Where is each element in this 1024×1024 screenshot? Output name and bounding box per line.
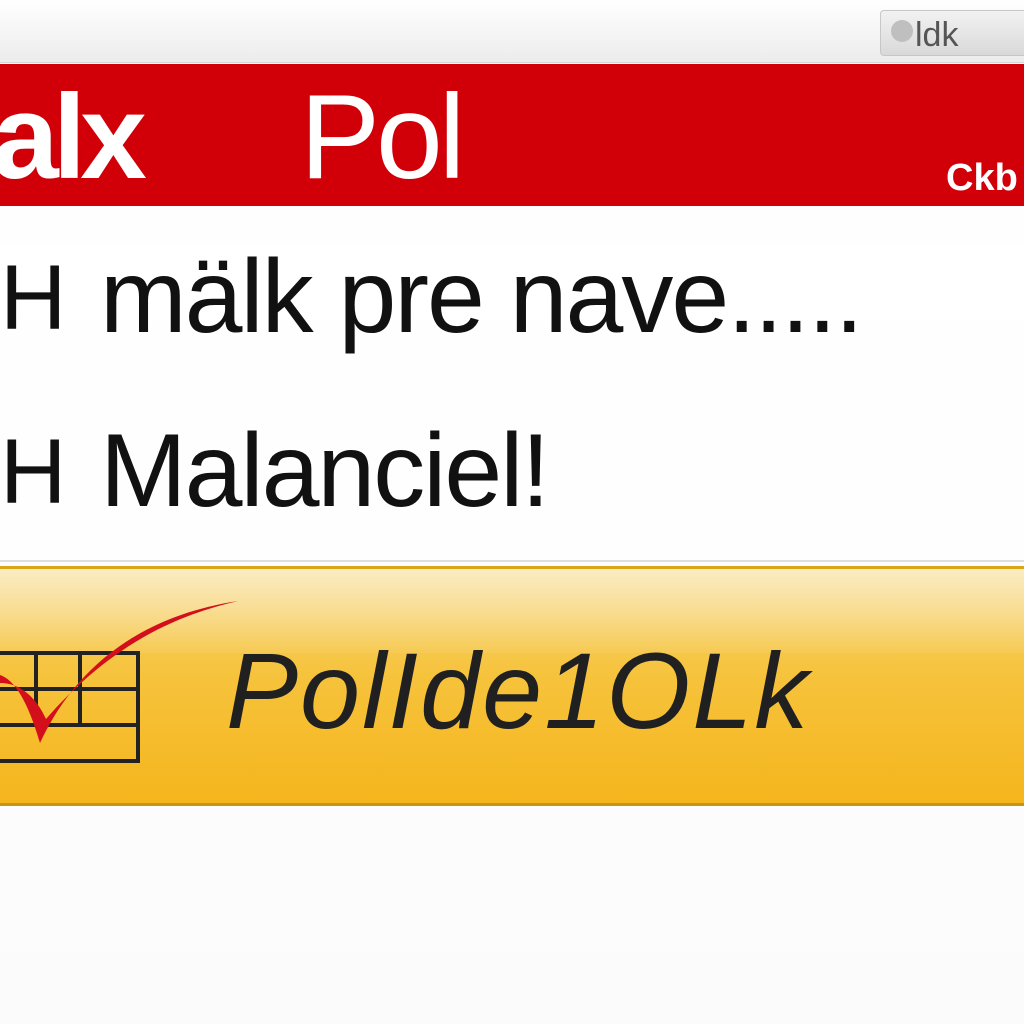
top-toolbar: ldk xyxy=(0,0,1024,63)
app-window: ldk alx Pol Ckb H mälk pre nave..... H M… xyxy=(0,0,1024,1024)
list-item-label: mälk pre nave..... xyxy=(100,239,864,355)
header-banner: alx Pol Ckb xyxy=(0,64,1024,206)
header-subtitle: Ckb xyxy=(946,157,1018,199)
checkmark-icon xyxy=(0,601,238,743)
list-item-marker: H xyxy=(0,247,67,349)
toolbar-button-label: ldk xyxy=(915,16,959,54)
page-title: Pol xyxy=(300,70,465,204)
divider xyxy=(0,560,1024,562)
list-item[interactable]: H mälk pre nave..... xyxy=(0,236,1024,356)
toolbar-button[interactable]: ldk xyxy=(880,10,1024,56)
list-item-marker: H xyxy=(0,421,67,523)
toolbar-icon xyxy=(891,20,913,42)
list-item-label: Malanciel! xyxy=(100,413,550,529)
confirm-label: PolIde1OLk xyxy=(226,630,811,751)
list-item[interactable]: H Malanciel! xyxy=(0,410,1024,530)
brand-logo: alx xyxy=(0,70,147,204)
confirm-bar[interactable]: PolIde1OLk xyxy=(0,566,1024,806)
